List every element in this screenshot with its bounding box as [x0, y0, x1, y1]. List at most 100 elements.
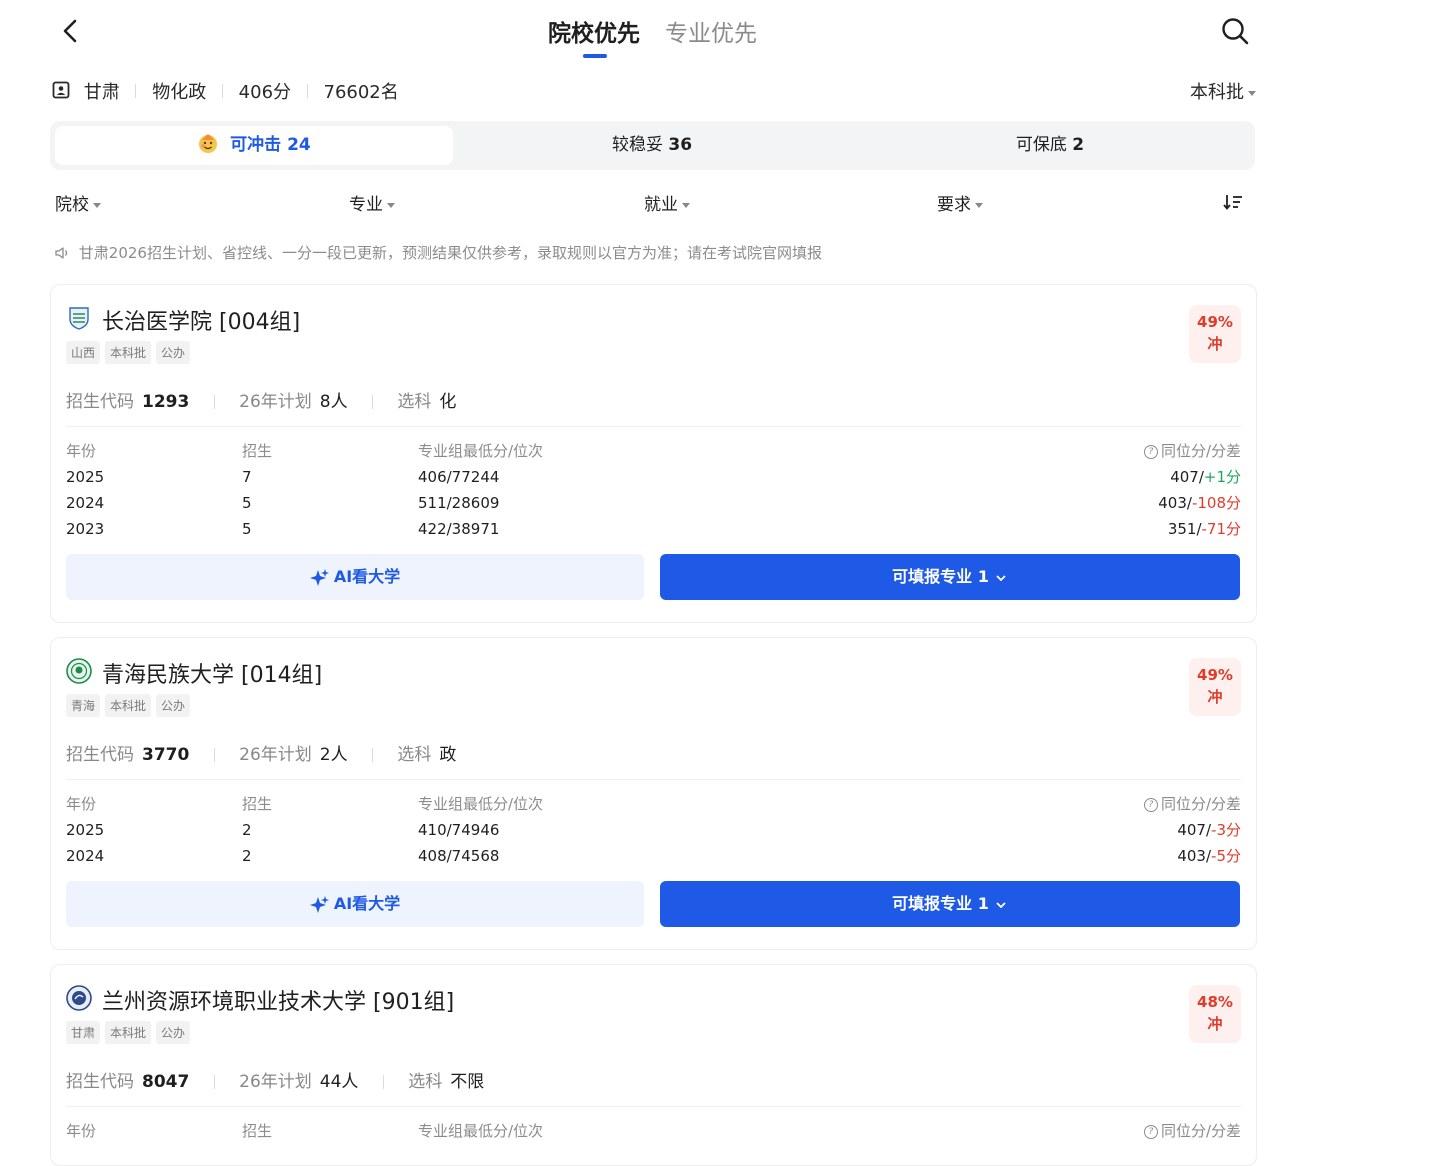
col-same-score-label: 同位分/分差 [1160, 1122, 1241, 1140]
table-row: 2024 5 511/28609 403/-108分 [66, 490, 1241, 516]
top-nav: 院校优先 专业优先 [0, 0, 1440, 64]
divider [372, 748, 374, 762]
college-meta: 招生代码 1293 26年计划 8人 选科化 [66, 387, 456, 412]
segment-stable-label: 较稳妥 [611, 135, 663, 155]
filter-employment-label: 就业 [644, 195, 678, 215]
filter-bar: 院校 专业 就业 要求 [55, 190, 1255, 216]
cell-min-score: 422/38971 [418, 520, 500, 538]
cell-same-score-value: 407/ [1170, 468, 1204, 486]
fillable-majors-button[interactable]: 可填报专业 1 [660, 881, 1240, 927]
filter-employment[interactable]: 就业 [644, 190, 690, 215]
cell-year: 2025 [66, 468, 105, 486]
col-same-score[interactable]: ? 同位分/分差 [1143, 438, 1241, 464]
tag-ownership: 公办 [156, 1021, 191, 1044]
college-card[interactable]: 长治医学院 [004组] 山西 本科批 公办 49% 冲 招生代码 1293 26年计… [50, 284, 1257, 623]
chevron-down-icon [989, 894, 1008, 913]
caret-down-icon [387, 202, 395, 208]
fillable-majors-button[interactable]: 可填报专业 1 [660, 554, 1240, 600]
tab-college-priority[interactable]: 院校优先 [547, 14, 640, 58]
ai-view-college-button[interactable]: AI看大学 [66, 554, 644, 600]
sparkle-icon [309, 894, 334, 913]
tab-major-priority[interactable]: 专业优先 [665, 14, 757, 48]
col-same-score-label: 同位分/分差 [1160, 795, 1241, 813]
filter-major-label: 专业 [349, 195, 383, 215]
code-label: 招生代码 [66, 1072, 134, 1092]
ai-view-college-label: AI看大学 [333, 567, 401, 586]
probability-value: 49% [1197, 313, 1233, 331]
segment-reach-count: 24 [287, 135, 311, 155]
college-card[interactable]: 兰州资源环境职业技术大学 [901组] 甘肃 本科批 公办 48% 冲 招生代码 80… [50, 964, 1257, 1166]
col-enroll: 招生 [242, 795, 273, 813]
tag-ownership: 公办 [156, 694, 191, 717]
college-code: 3770 [142, 745, 190, 765]
col-min-score: 专业组最低分/位次 [418, 795, 544, 813]
help-icon: ? [1143, 1124, 1158, 1139]
divider [135, 84, 137, 98]
college-name: 青海民族大学 [014组] [102, 663, 323, 688]
segment-reach-label: 可冲击 [230, 135, 282, 155]
candidate-info[interactable]: 甘肃 物化政 406分 76602名 本科批 [52, 78, 1256, 104]
tag-province: 青海 [66, 694, 101, 717]
filter-major[interactable]: 专业 [349, 190, 395, 215]
cell-same-score-value: 403/ [1177, 847, 1212, 865]
filter-college[interactable]: 院校 [55, 190, 101, 215]
col-year: 年份 [66, 1122, 97, 1140]
sort-icon[interactable] [1223, 193, 1243, 216]
tab-college-priority-label: 院校优先 [547, 21, 640, 47]
college-code: 8047 [142, 1072, 190, 1092]
col-enroll: 招生 [242, 1122, 273, 1140]
batch-dropdown[interactable]: 本科批 [1190, 78, 1256, 104]
code-label: 招生代码 [66, 745, 134, 765]
cell-same-score: 407/-3分 [1177, 817, 1241, 843]
college-card[interactable]: 青海民族大学 [014组] 青海 本科批 公办 49% 冲 招生代码 3770 26年… [50, 637, 1257, 950]
tag-ownership: 公办 [156, 341, 191, 364]
segment-safe-label: 可保底 [1015, 135, 1067, 155]
plan-count: 2人 [319, 745, 348, 765]
segment-safe[interactable]: 可保底 2 [851, 126, 1249, 165]
segment-reach[interactable]: 可冲击 24 [55, 126, 453, 165]
risk-level: 冲 [1207, 1015, 1223, 1033]
score: 406分 [238, 82, 292, 103]
sparkle-icon [309, 567, 334, 586]
college-logo-icon [66, 305, 92, 331]
risk-level: 冲 [1207, 335, 1223, 353]
help-icon: ? [1143, 797, 1158, 812]
cell-year: 2024 [66, 847, 105, 865]
chevron-down-icon [989, 567, 1008, 586]
divider [372, 395, 374, 409]
filter-requirement[interactable]: 要求 [937, 190, 983, 215]
history-table: 年份 招生 专业组最低分/位次 ? 同位分/分差 [66, 1118, 1241, 1144]
admission-probability-badge: 49% 冲 [1189, 305, 1241, 363]
reach-emoji-icon [197, 134, 230, 155]
cell-same-score: 407/+1分 [1170, 464, 1241, 490]
cell-enroll: 5 [242, 494, 252, 512]
plan-count: 8人 [319, 392, 348, 412]
col-same-score[interactable]: ? 同位分/分差 [1143, 1118, 1241, 1144]
plan-count: 44人 [319, 1072, 359, 1092]
col-min-score: 专业组最低分/位次 [418, 442, 544, 460]
search-icon[interactable] [1220, 16, 1250, 46]
divider [221, 84, 223, 98]
cell-score-diff: -108分 [1191, 494, 1241, 512]
history-table: 年份 招生 专业组最低分/位次 ? 同位分/分差 2025 7 406/77244… [66, 438, 1241, 542]
col-same-score[interactable]: ? 同位分/分差 [1143, 791, 1241, 817]
college-code: 1293 [142, 392, 190, 412]
table-row: 2024 2 408/74568 403/-5分 [66, 843, 1241, 869]
caret-down-icon [93, 202, 101, 208]
tag-batch: 本科批 [105, 341, 152, 364]
history-header: 年份 招生 专业组最低分/位次 ? 同位分/分差 [66, 791, 1241, 817]
cell-same-score: 403/-5分 [1177, 843, 1241, 869]
rank: 76602名 [323, 82, 399, 103]
cell-same-score-value: 407/ [1177, 821, 1212, 839]
subject-requirement: 不限 [450, 1072, 485, 1092]
history-table: 年份 招生 专业组最低分/位次 ? 同位分/分差 2025 2 410/74946… [66, 791, 1241, 869]
cell-min-score: 408/74568 [418, 847, 500, 865]
cell-score-diff: -5分 [1211, 847, 1241, 865]
cell-enroll: 2 [242, 847, 252, 865]
col-min-score: 专业组最低分/位次 [418, 1122, 544, 1140]
divider [66, 779, 1241, 780]
subject-requirement: 政 [439, 745, 457, 765]
ai-view-college-button[interactable]: AI看大学 [66, 881, 644, 927]
risk-level: 冲 [1207, 688, 1223, 706]
segment-stable[interactable]: 较稳妥 36 [453, 126, 851, 165]
